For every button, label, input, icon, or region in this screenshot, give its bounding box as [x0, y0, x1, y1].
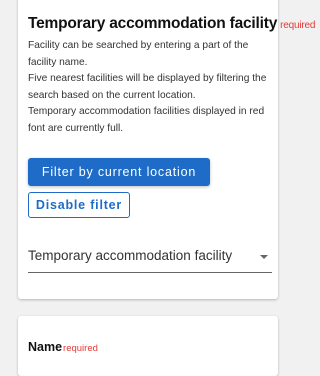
- description-line-3: Temporary accommodation facilities displ…: [28, 106, 265, 134]
- disable-filter-button[interactable]: Disable filter: [28, 192, 130, 218]
- required-badge: required: [280, 20, 316, 31]
- name-label: Namerequired: [28, 340, 98, 354]
- name-card: Namerequired: [18, 316, 278, 376]
- facility-card: Temporary accommodation facility required…: [18, 0, 315, 299]
- facility-description: Facility can be searched by entering a p…: [28, 38, 278, 137]
- description-line-1: Facility can be searched by entering a p…: [28, 40, 249, 68]
- facility-title-text: Temporary accommodation facility: [28, 15, 278, 32]
- filter-by-location-button[interactable]: Filter by current location: [28, 158, 210, 186]
- name-required-badge: required: [63, 343, 98, 354]
- chevron-down-icon[interactable]: [260, 255, 268, 259]
- facility-select-value: Temporary accommodation facility: [28, 248, 233, 263]
- description-line-2: Five nearest facilities will be displaye…: [28, 73, 267, 101]
- name-label-text: Name: [28, 340, 63, 354]
- facility-select[interactable]: Temporary accommodation facility: [28, 246, 272, 273]
- facility-title: Temporary accommodation facility required: [28, 15, 315, 33]
